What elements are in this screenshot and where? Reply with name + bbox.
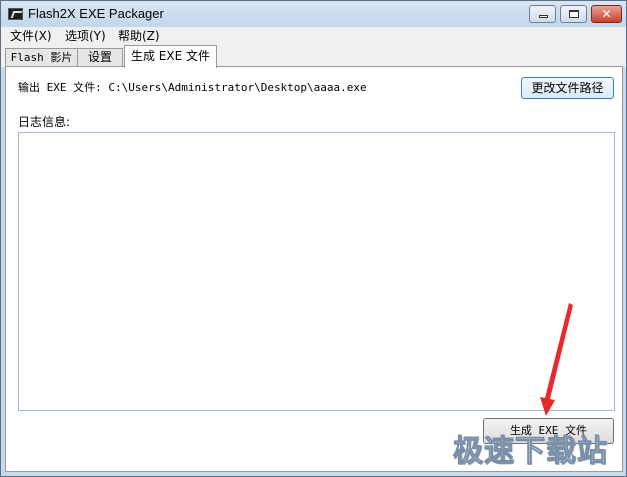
menu-help[interactable]: 帮助(Z) [118, 28, 160, 44]
change-path-button[interactable]: 更改文件路径 [521, 77, 614, 99]
close-button[interactable]: ✕ [591, 5, 622, 23]
log-textarea[interactable] [18, 132, 615, 411]
minimize-icon [539, 15, 548, 18]
app-window: Flash2X EXE Packager ✕ 文件(X) 选项(Y) 帮助(Z)… [0, 0, 627, 477]
close-icon: ✕ [601, 7, 612, 21]
output-file-label: 输出 EXE 文件: [18, 81, 102, 94]
tab-flash-movie[interactable]: Flash 影片 [5, 48, 78, 67]
menu-options[interactable]: 选项(Y) [65, 28, 106, 44]
output-file-row: 输出 EXE 文件: C:\Users\Administrator\Deskto… [18, 79, 367, 95]
maximize-button[interactable] [560, 5, 587, 23]
tab-build-exe[interactable]: 生成 EXE 文件 [124, 45, 217, 68]
flash2x-app-icon [8, 8, 23, 20]
menu-bar: 文件(X) 选项(Y) 帮助(Z) [1, 27, 626, 45]
log-label: 日志信息: [18, 115, 71, 129]
minimize-button[interactable] [529, 5, 556, 23]
build-exe-panel: 输出 EXE 文件: C:\Users\Administrator\Deskto… [5, 66, 623, 472]
tab-strip: Flash 影片 设置 生成 EXE 文件 [1, 45, 626, 68]
title-bar[interactable]: Flash2X EXE Packager ✕ [1, 1, 626, 27]
output-file-path: C:\Users\Administrator\Desktop\aaaa.exe [108, 81, 367, 94]
watermark-text: 极速下载站 [453, 434, 608, 470]
maximize-icon [569, 10, 579, 18]
tab-settings[interactable]: 设置 [77, 48, 123, 67]
window-title: Flash2X EXE Packager [28, 6, 164, 21]
menu-file[interactable]: 文件(X) [10, 28, 52, 44]
